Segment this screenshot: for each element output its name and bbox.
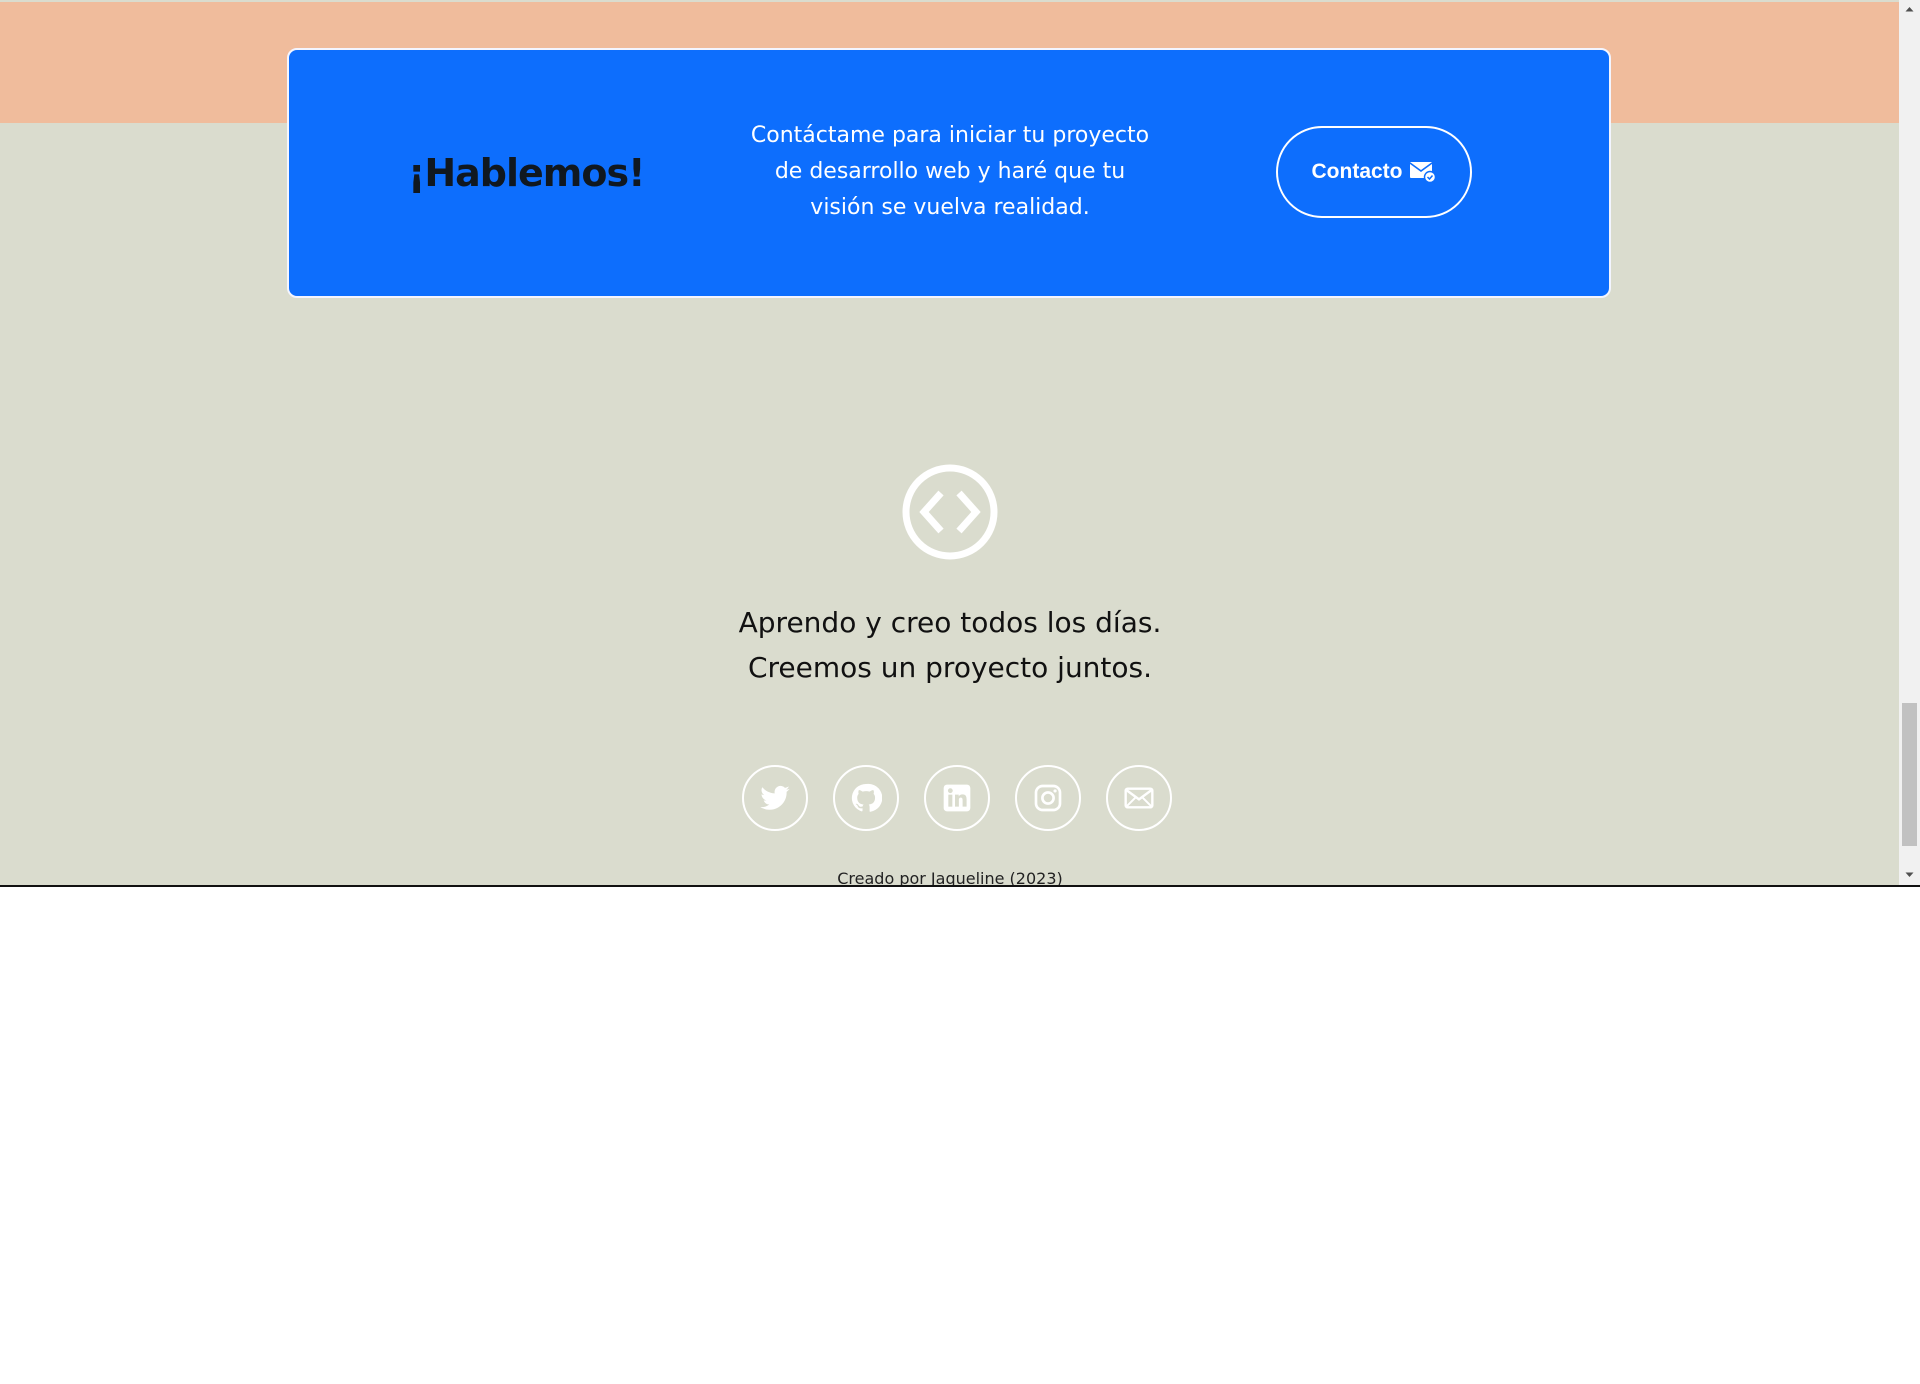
footer-tagline: Aprendo y creo todos los días. Creemos u… <box>650 600 1250 690</box>
page-viewport: ¡Hablemos! Contáctame para iniciar tu pr… <box>0 0 1920 887</box>
scroll-up-arrow-icon[interactable] <box>1899 0 1920 17</box>
viewport-edge <box>0 885 1920 887</box>
github-icon <box>851 783 882 812</box>
code-brackets-logo <box>901 463 999 561</box>
tagline-line-1: Aprendo y creo todos los días. <box>738 606 1162 639</box>
cta-title: ¡Hablemos! <box>408 151 645 195</box>
mail-icon <box>1124 787 1154 809</box>
scroll-down-arrow-icon[interactable] <box>1899 866 1920 883</box>
twitter-icon <box>760 785 790 810</box>
vertical-scrollbar[interactable] <box>1899 0 1920 885</box>
social-links <box>742 765 1172 831</box>
linkedin-link[interactable] <box>924 765 990 831</box>
mail-check-icon <box>1409 160 1437 184</box>
tagline-line-2: Creemos un proyecto juntos. <box>747 651 1153 684</box>
github-link[interactable] <box>833 765 899 831</box>
linkedin-icon <box>943 784 971 812</box>
contact-button-label: Contacto <box>1311 160 1403 183</box>
instagram-icon <box>1034 784 1062 812</box>
contact-button[interactable]: Contacto <box>1276 126 1472 218</box>
scrollbar-thumb[interactable] <box>1902 703 1917 846</box>
twitter-link[interactable] <box>742 765 808 831</box>
instagram-link[interactable] <box>1015 765 1081 831</box>
cta-description: Contáctame para iniciar tu proyecto de d… <box>750 123 1150 220</box>
email-link[interactable] <box>1106 765 1172 831</box>
